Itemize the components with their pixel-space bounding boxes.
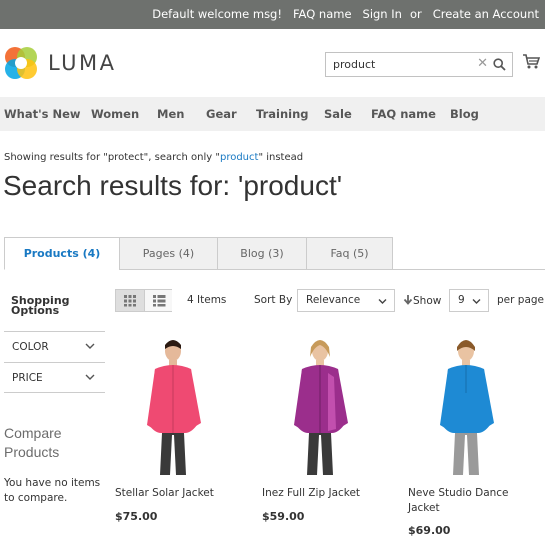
chevron-down-icon bbox=[85, 343, 95, 349]
chevron-down-icon bbox=[378, 299, 387, 304]
chevron-down-icon bbox=[472, 299, 481, 304]
product-name[interactable]: Stellar Solar Jacket bbox=[115, 486, 230, 501]
show-label: Show bbox=[413, 295, 442, 307]
sort-select-value: Relevance bbox=[306, 294, 361, 306]
limiter-value: 9 bbox=[458, 294, 465, 306]
shopping-options-line2: Options bbox=[11, 304, 60, 317]
filter-color[interactable]: COLOR bbox=[4, 331, 105, 362]
search-input[interactable]: product ✕ bbox=[325, 52, 513, 77]
suggestion-link[interactable]: product bbox=[220, 152, 258, 163]
site-header: LUMA product ✕ bbox=[0, 29, 545, 97]
product-image[interactable] bbox=[115, 333, 230, 478]
compare-products-title: Compare Products bbox=[4, 425, 62, 460]
tab-pages[interactable]: Pages (4) bbox=[119, 237, 218, 270]
header-links: Default welcome msg! FAQ name Sign In or… bbox=[141, 7, 539, 21]
tab-blog[interactable]: Blog (3) bbox=[217, 237, 307, 270]
list-view-button[interactable] bbox=[144, 290, 172, 311]
nav-item-women[interactable]: Women bbox=[91, 107, 139, 121]
top-bar: Default welcome msg! FAQ name Sign In or… bbox=[0, 0, 545, 29]
nav-item-blog[interactable]: Blog bbox=[450, 107, 479, 121]
search-tabs: Products (4) Pages (4) Blog (3) Faq (5) bbox=[4, 237, 545, 270]
welcome-message: Default welcome msg! bbox=[152, 7, 282, 21]
tabs-divider bbox=[392, 269, 545, 270]
search-value[interactable]: product bbox=[333, 58, 375, 71]
items-count: 4 Items bbox=[187, 294, 227, 306]
nav-item-training[interactable]: Training bbox=[256, 107, 309, 121]
clear-icon[interactable]: ✕ bbox=[477, 56, 488, 71]
sort-select[interactable]: Relevance bbox=[297, 289, 395, 312]
product-price: $69.00 bbox=[408, 524, 451, 537]
suggestion-prefix: Showing results for "protect", search on… bbox=[4, 152, 220, 163]
list-icon bbox=[153, 295, 166, 307]
sort-by-label: Sort By bbox=[254, 294, 293, 306]
filter-divider bbox=[4, 392, 105, 393]
sign-in-link[interactable]: Sign In bbox=[363, 7, 402, 21]
product-name[interactable]: Inez Full Zip Jacket bbox=[262, 486, 377, 501]
faq-link[interactable]: FAQ name bbox=[293, 7, 352, 21]
product-price: $59.00 bbox=[262, 510, 305, 523]
tab-products[interactable]: Products (4) bbox=[4, 237, 120, 270]
nav-item-faq[interactable]: FAQ name bbox=[371, 107, 436, 121]
page-title: Search results for: 'product' bbox=[3, 170, 343, 201]
cart-icon[interactable] bbox=[523, 54, 540, 69]
view-mode-switcher bbox=[115, 289, 172, 312]
filter-color-label: COLOR bbox=[12, 341, 49, 353]
search-icon[interactable] bbox=[493, 58, 506, 71]
compare-empty-note: You have no items to compare. bbox=[4, 477, 101, 504]
product-image[interactable] bbox=[408, 333, 523, 478]
suggestion-suffix: " instead bbox=[258, 152, 304, 163]
chevron-down-icon bbox=[85, 374, 95, 380]
nav-item-whats-new[interactable]: What's New bbox=[4, 107, 81, 121]
sort-direction-toggle[interactable]: Show bbox=[403, 294, 441, 307]
grid-icon bbox=[124, 295, 136, 307]
main-navigation: What's New Women Men Gear Training Sale … bbox=[0, 97, 545, 131]
filter-price-label: PRICE bbox=[12, 372, 43, 384]
nav-item-men[interactable]: Men bbox=[157, 107, 184, 121]
luma-logo-icon[interactable] bbox=[4, 46, 38, 80]
arrow-down-icon[interactable] bbox=[403, 294, 413, 305]
filter-price[interactable]: PRICE bbox=[4, 362, 105, 393]
per-page-label: per page bbox=[497, 294, 545, 306]
or-text: or bbox=[409, 7, 422, 21]
tab-faq[interactable]: Faq (5) bbox=[306, 237, 393, 270]
product-image[interactable] bbox=[262, 333, 377, 478]
create-account-link[interactable]: Create an Account bbox=[433, 7, 539, 21]
nav-item-sale[interactable]: Sale bbox=[324, 107, 352, 121]
product-price: $75.00 bbox=[115, 510, 158, 523]
shopping-options-title: Shopping Options bbox=[11, 295, 70, 317]
limiter-select[interactable]: 9 bbox=[449, 289, 489, 312]
nav-item-gear[interactable]: Gear bbox=[206, 107, 237, 121]
grid-view-button[interactable] bbox=[116, 290, 144, 311]
logo-text[interactable]: LUMA bbox=[48, 51, 117, 75]
search-suggestion: Showing results for "protect", search on… bbox=[4, 152, 303, 163]
product-name[interactable]: Neve Studio Dance Jacket bbox=[408, 486, 523, 516]
